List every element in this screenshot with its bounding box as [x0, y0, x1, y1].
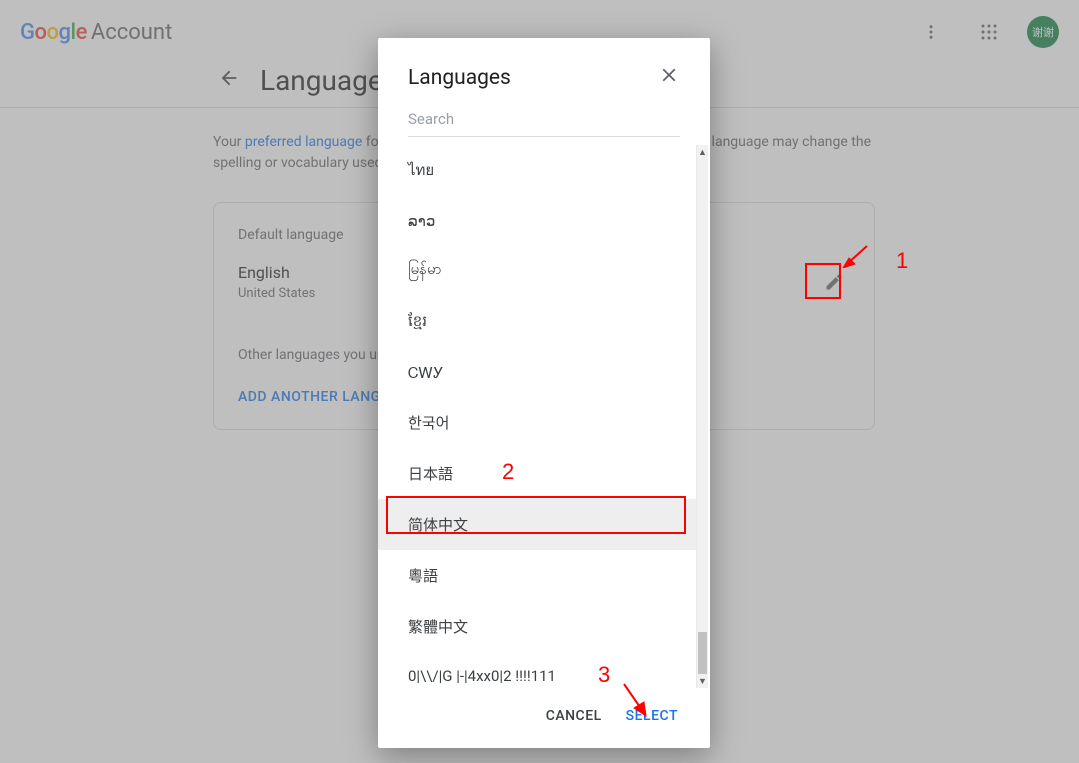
- modal-footer: CANCEL SELECT: [378, 690, 710, 748]
- language-list-area: ไทยລາວမြန်မာខ្មែរᏟᎳᎩ한국어日本語简体中文粵語繁體中文0|\\…: [378, 143, 710, 690]
- close-icon: [658, 64, 680, 86]
- select-button[interactable]: SELECT: [626, 708, 678, 724]
- language-option[interactable]: ᏟᎳᎩ: [378, 349, 696, 397]
- cancel-button[interactable]: CANCEL: [546, 708, 602, 724]
- modal-title: Languages: [408, 66, 511, 90]
- languages-modal: Languages ไทยລາວမြန်မာខ្មែរᏟᎳᎩ한국어日本語简体中文…: [378, 38, 710, 748]
- search-wrap: [378, 102, 710, 137]
- language-list[interactable]: ไทยລາວမြန်မာខ្មែរᏟᎳᎩ한국어日本語简体中文粵語繁體中文0|\\…: [378, 143, 696, 690]
- close-button[interactable]: [658, 64, 680, 92]
- language-option[interactable]: 日本語: [378, 448, 696, 499]
- modal-header: Languages: [378, 38, 710, 102]
- language-option[interactable]: 繁體中文: [378, 601, 696, 652]
- language-option[interactable]: 粵語: [378, 550, 696, 601]
- language-option[interactable]: ລາວ: [378, 197, 696, 245]
- scrollbar-thumb[interactable]: [698, 632, 707, 674]
- language-option[interactable]: ไทย: [378, 143, 696, 197]
- language-option[interactable]: ខ្មែរ: [378, 297, 696, 349]
- search-input[interactable]: [408, 102, 680, 137]
- scrollbar[interactable]: ▲ ▼: [696, 145, 708, 688]
- language-option[interactable]: 한국어: [378, 397, 696, 448]
- scroll-down-icon[interactable]: ▼: [697, 674, 708, 688]
- language-option[interactable]: 0|\\/|G |-|4xx0|2 !!!!111: [378, 652, 696, 690]
- scroll-up-icon[interactable]: ▲: [697, 145, 708, 159]
- language-option[interactable]: 简体中文: [378, 499, 696, 550]
- language-option[interactable]: မြန်မာ: [378, 245, 696, 297]
